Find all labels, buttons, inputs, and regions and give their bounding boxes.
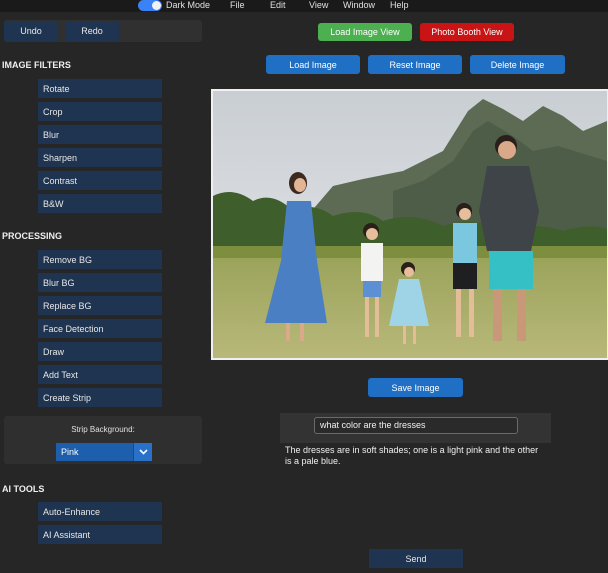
strip-background-panel: Strip Background: Pink — [4, 416, 202, 464]
auto-enhance-button[interactable]: Auto-Enhance — [38, 502, 162, 521]
face-detection-button[interactable]: Face Detection — [38, 319, 162, 338]
undo-button[interactable]: Undo — [4, 21, 58, 41]
toggle-knob — [152, 1, 161, 10]
menu-bar: Dark Mode File Edit View Window Help — [0, 0, 608, 12]
create-strip-button[interactable]: Create Strip — [38, 388, 162, 407]
save-image-button[interactable]: Save Image — [368, 378, 463, 397]
image-canvas[interactable] — [211, 89, 608, 360]
processing-title: PROCESSING — [2, 231, 63, 241]
ai-chat-panel: what color are the dresses The dresses a… — [280, 413, 551, 542]
strip-background-select[interactable]: Pink — [56, 443, 152, 461]
ai-tools-title: AI TOOLS — [2, 484, 45, 494]
dark-mode-toggle[interactable] — [138, 0, 162, 11]
strip-background-label: Strip Background: — [71, 425, 135, 434]
strip-background-value: Pink — [61, 447, 79, 457]
chat-input[interactable]: what color are the dresses — [314, 417, 518, 434]
menu-file[interactable]: File — [230, 0, 245, 10]
rotate-button[interactable]: Rotate — [38, 79, 162, 98]
menu-view[interactable]: View — [309, 0, 328, 10]
contrast-button[interactable]: Contrast — [38, 171, 162, 190]
blur-bg-button[interactable]: Blur BG — [38, 273, 162, 292]
family-photo — [213, 91, 607, 358]
menu-edit[interactable]: Edit — [270, 0, 286, 10]
reset-image-button[interactable]: Reset Image — [368, 55, 462, 74]
menu-window[interactable]: Window — [343, 0, 375, 10]
image-filters-title: IMAGE FILTERS — [2, 60, 71, 70]
chat-response: The dresses are in soft shades; one is a… — [280, 443, 551, 542]
sharpen-button[interactable]: Sharpen — [38, 148, 162, 167]
delete-image-button[interactable]: Delete Image — [470, 55, 565, 74]
main-panel: Load Image View Photo Booth View Load Im… — [209, 12, 608, 573]
load-image-button[interactable]: Load Image — [266, 55, 360, 74]
send-button[interactable]: Send — [369, 549, 463, 568]
ai-assistant-button[interactable]: AI Assistant — [38, 525, 162, 544]
menu-help[interactable]: Help — [390, 0, 409, 10]
bw-button[interactable]: B&W — [38, 194, 162, 213]
crop-button[interactable]: Crop — [38, 102, 162, 121]
load-image-view-button[interactable]: Load Image View — [318, 23, 412, 41]
chevron-down-icon[interactable] — [133, 443, 152, 461]
add-text-button[interactable]: Add Text — [38, 365, 162, 384]
redo-button[interactable]: Redo — [65, 21, 119, 41]
remove-bg-button[interactable]: Remove BG — [38, 250, 162, 269]
sidebar: Undo Redo IMAGE FILTERS Rotate Crop Blur… — [0, 12, 209, 573]
dark-mode-label: Dark Mode — [166, 0, 211, 10]
photo-booth-view-button[interactable]: Photo Booth View — [420, 23, 514, 41]
replace-bg-button[interactable]: Replace BG — [38, 296, 162, 315]
draw-button[interactable]: Draw — [38, 342, 162, 361]
blur-button[interactable]: Blur — [38, 125, 162, 144]
